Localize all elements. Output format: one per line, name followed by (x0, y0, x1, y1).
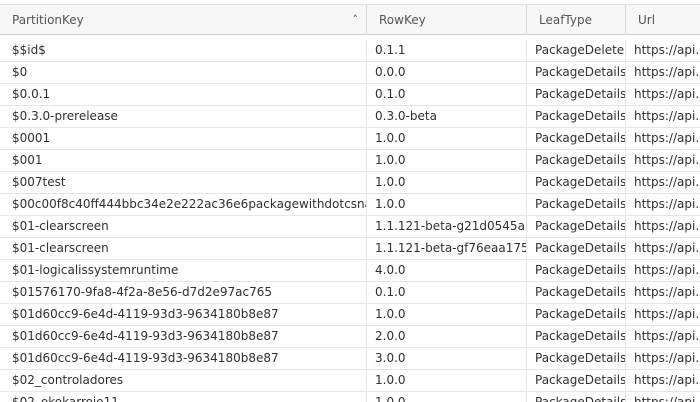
cell-partitionkey: $01d60cc9-6e4d-4119-93d3-9634180b8e87 (0, 348, 367, 369)
table-row[interactable]: $00011.0.0PackageDetails https://api.nu (0, 128, 700, 150)
cell-leaftype: PackageDetails (527, 348, 626, 369)
cell-partitionkey: $01-clearscreen (0, 216, 367, 237)
cell-leaftype: PackageDetails (527, 150, 626, 171)
cell-rowkey: 1.0.0 (367, 194, 527, 215)
cell-url: https://api.nu (634, 87, 700, 101)
cell-url: https://api.nu (634, 219, 700, 233)
cell-rowkey: 0.1.0 (367, 282, 527, 303)
table-row[interactable]: $007test1.0.0PackageDetails https://api.n… (0, 172, 700, 194)
table-row[interactable]: $01d60cc9-6e4d-4119-93d3-9634180b8e87 2.0… (0, 326, 700, 348)
column-header-label: LeafType (539, 13, 592, 27)
column-header-partitionkey[interactable]: PartitionKey ˄ (0, 5, 367, 35)
cell-partitionkey: $01-logicalissystemruntime (0, 260, 367, 281)
cell-leaftype: PackageDetails (527, 238, 626, 259)
cell-url: https://api.nu (634, 373, 700, 387)
cell-leaftype: PackageDetails (527, 106, 626, 127)
cell-url: https://api.nu (634, 351, 700, 365)
cell-partitionkey: $007test (0, 172, 367, 193)
cell-url: https://api.nu (634, 263, 700, 277)
column-header-url[interactable]: Url (626, 5, 700, 35)
table-row[interactable]: $01d60cc9-6e4d-4119-93d3-9634180b8e87 3.0… (0, 348, 700, 370)
cell-leaftype: PackageDetails (527, 260, 626, 281)
cell-url: https://api.nu (634, 109, 700, 123)
cell-rowkey: 1.1.121-beta-gf76eaa1753 (367, 238, 527, 259)
cell-partitionkey: $01-clearscreen (0, 238, 367, 259)
cell-rowkey: 2.0.0 (367, 326, 527, 347)
cell-url: https://api.nu (634, 285, 700, 299)
table-row[interactable]: $01-clearscreen 1.1.121-beta-gf76eaa1753 P… (0, 238, 700, 260)
table-row[interactable]: $$id$0.1.1PackageDelete https://api.nu (0, 40, 700, 62)
cell-url: https://api.nu (634, 329, 700, 343)
table-row[interactable]: $00.0.0PackageDetails https://api.nu (0, 62, 700, 84)
table-grid: PartitionKey ˄ RowKey LeafType Url $$id$… (0, 0, 700, 402)
cell-leaftype: PackageDetails (527, 304, 626, 325)
cell-leaftype: PackageDetails (527, 128, 626, 149)
cell-url: https://api.nu (634, 153, 700, 167)
cell-rowkey: 0.3.0-beta (367, 106, 527, 127)
cell-rowkey: 1.0.0 (367, 150, 527, 171)
cell-partitionkey: $001 (0, 150, 367, 171)
chevron-up-icon[interactable]: ˄ (353, 5, 359, 35)
cell-rowkey: 1.0.0 (367, 370, 527, 391)
table-row[interactable]: $00c00f8c40ff444bbc34e2e222ac36e6package… (0, 194, 700, 216)
cell-url: https://api.nu (634, 241, 700, 255)
table-row[interactable]: $01576170-9fa8-4f2a-8e56-d7d2e97ac765 0.1… (0, 282, 700, 304)
table-row[interactable]: $02_okokarroio11 1.0.0 PackageDetails https… (0, 392, 700, 402)
cell-leaftype: PackageDetails (527, 84, 626, 105)
cell-partitionkey: $0.3.0-prerelease (0, 106, 367, 127)
cell-rowkey: 1.0.0 (367, 304, 527, 325)
cell-leaftype: PackageDetails (527, 282, 626, 303)
column-header-label: RowKey (379, 13, 426, 27)
cell-url: https://api.nu (634, 197, 700, 211)
cell-leaftype: PackageDelete (527, 40, 626, 61)
cell-rowkey: 1.0.0 (367, 172, 527, 193)
cell-leaftype: PackageDetails (527, 326, 626, 347)
column-header-label: Url (638, 13, 656, 27)
cell-url: https://api.nu (634, 43, 700, 57)
cell-leaftype: PackageDetails (527, 370, 626, 391)
cell-partitionkey: $02_controladores (0, 370, 367, 391)
cell-url: https://api.nu (634, 307, 700, 321)
table-row[interactable]: $0.0.10.1.0PackageDetails https://api.nu (0, 84, 700, 106)
cell-rowkey: 0.0.0 (367, 62, 527, 83)
cell-url: https://api.nu (634, 175, 700, 189)
cell-partitionkey: $00c00f8c40ff444bbc34e2e222ac36e6package… (0, 194, 367, 215)
cell-rowkey: 0.1.1 (367, 40, 527, 61)
cell-rowkey: 3.0.0 (367, 348, 527, 369)
table-row[interactable]: $01d60cc9-6e4d-4119-93d3-9634180b8e87 1.0… (0, 304, 700, 326)
cell-rowkey: 4.0.0 (367, 260, 527, 281)
table-row[interactable]: $01-logicalissystemruntime 4.0.0 PackageDe… (0, 260, 700, 282)
column-header-leaftype[interactable]: LeafType (527, 5, 626, 35)
cell-url: https://api.nu (634, 131, 700, 145)
cell-rowkey: 1.1.121-beta-g21d0545a5c (367, 216, 527, 237)
cell-rowkey: 1.0.0 (367, 128, 527, 149)
cell-url: https://api.nu (634, 65, 700, 79)
column-header-rowkey[interactable]: RowKey (367, 5, 527, 35)
cell-leaftype: PackageDetails (527, 172, 626, 193)
table-row[interactable]: $0.3.0-prerelease 0.3.0-beta PackageDetail… (0, 106, 700, 128)
cell-partitionkey: $0.0.1 (0, 84, 367, 105)
column-header-label: PartitionKey (12, 13, 84, 27)
cell-rowkey: 0.1.0 (367, 84, 527, 105)
table-row[interactable]: $0011.0.0PackageDetails https://api.nu (0, 150, 700, 172)
cell-partitionkey: $02_okokarroio11 (0, 392, 367, 402)
table-header: PartitionKey ˄ RowKey LeafType Url (0, 4, 700, 35)
cell-leaftype: PackageDetails (527, 194, 626, 215)
table-row[interactable]: $02_controladores 1.0.0 PackageDetails http… (0, 370, 700, 392)
cell-partitionkey: $0001 (0, 128, 367, 149)
cell-partitionkey: $$id$ (0, 40, 367, 61)
cell-partitionkey: $0 (0, 62, 367, 83)
cell-leaftype: PackageDetails (527, 62, 626, 83)
cell-partitionkey: $01d60cc9-6e4d-4119-93d3-9634180b8e87 (0, 326, 367, 347)
cell-partitionkey: $01576170-9fa8-4f2a-8e56-d7d2e97ac765 (0, 282, 367, 303)
cell-partitionkey: $01d60cc9-6e4d-4119-93d3-9634180b8e87 (0, 304, 367, 325)
table-row[interactable]: $01-clearscreen 1.1.121-beta-g21d0545a5c P… (0, 216, 700, 238)
cell-rowkey: 1.0.0 (367, 392, 527, 402)
cell-url: https://api.nu (634, 395, 700, 402)
cell-leaftype: PackageDetails (527, 216, 626, 237)
cell-leaftype: PackageDetails (527, 392, 626, 402)
